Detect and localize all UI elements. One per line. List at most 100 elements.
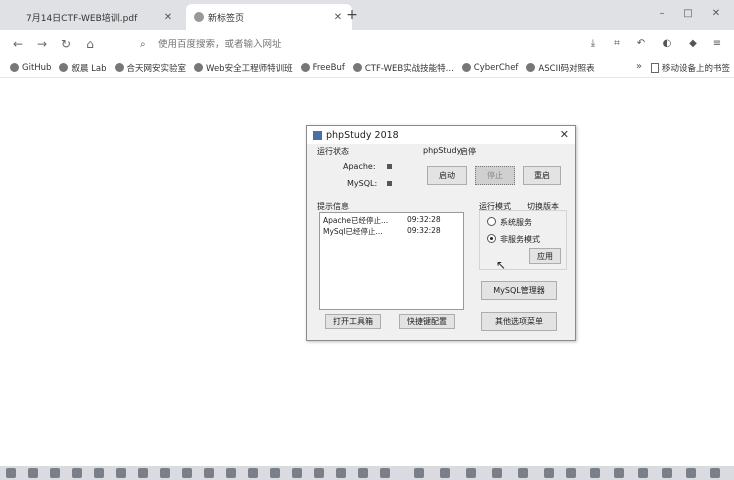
- taskbar-app-icon[interactable]: [686, 468, 696, 478]
- log-message: Apache已经停止...: [323, 216, 389, 225]
- phpstudy-icon: [313, 130, 322, 140]
- taskbar-app-icon[interactable]: [226, 468, 236, 478]
- phpstudy-state: 启停: [460, 147, 476, 156]
- taskbar-app-icon[interactable]: [614, 468, 624, 478]
- taskbar-app-icon[interactable]: [466, 468, 476, 478]
- taskbar-app-icon[interactable]: [380, 468, 390, 478]
- github-icon: [10, 63, 19, 72]
- tab-favicon-icon: [194, 12, 204, 22]
- taskbar-app-icon[interactable]: [160, 468, 170, 478]
- taskbar-app-icon[interactable]: [440, 468, 450, 478]
- download-icon[interactable]: ⤓: [586, 37, 600, 51]
- bookmark-item[interactable]: CyberChef: [458, 60, 523, 76]
- stop-button[interactable]: 停止: [475, 166, 515, 185]
- mobile-bookmarks[interactable]: 移动设备上的书签: [650, 60, 730, 76]
- omnibox[interactable]: ⌕: [140, 36, 570, 53]
- taskbar-app-icon[interactable]: [6, 468, 16, 478]
- taskbar-app-icon[interactable]: [28, 468, 38, 478]
- restart-button[interactable]: 重启: [523, 166, 561, 185]
- taskbar-app-icon[interactable]: [138, 468, 148, 478]
- new-tab-button[interactable]: +: [344, 6, 360, 24]
- folder-icon: [650, 63, 659, 73]
- bookmark-label: CyberChef: [473, 62, 519, 73]
- tab-new[interactable]: 新标签页 ✕: [186, 4, 352, 30]
- list-item: Apache已经停止... 09:32:28: [323, 215, 461, 225]
- maximize-button[interactable]: □: [680, 6, 696, 22]
- window-close-button[interactable]: ✕: [708, 6, 724, 22]
- mode-option-label: 非服务模式: [500, 235, 540, 244]
- home-icon[interactable]: ⌂: [82, 36, 98, 52]
- start-button[interactable]: 启动: [427, 166, 467, 185]
- dialog-titlebar[interactable]: phpStudy 2018: [307, 126, 575, 144]
- taskbar-app-icon[interactable]: [638, 468, 648, 478]
- reload-icon[interactable]: ↻: [58, 36, 74, 52]
- close-icon[interactable]: ✕: [162, 12, 174, 23]
- close-icon[interactable]: ✕: [332, 12, 344, 23]
- back-icon[interactable]: ←: [10, 36, 26, 52]
- taskbar-app-icon[interactable]: [314, 468, 324, 478]
- tab-strip: 7月14日CTF-WEB培训.pdf ✕ 新标签页 ✕ + – □ ✕: [0, 0, 734, 30]
- bookmark-item[interactable]: GitHub: [6, 60, 55, 76]
- taskbar-app-icon[interactable]: [182, 468, 192, 478]
- mobile-bookmarks-label: 移动设备上的书签: [661, 64, 730, 74]
- taskbar-app-icon[interactable]: [94, 468, 104, 478]
- quick-config-button[interactable]: 快捷键配置: [399, 314, 455, 329]
- info-label: 提示信息: [317, 202, 349, 211]
- minimize-button[interactable]: –: [654, 6, 670, 22]
- radio-system-service[interactable]: [487, 217, 496, 226]
- mysql-status-icon: [387, 181, 392, 186]
- tab-pdf[interactable]: 7月14日CTF-WEB培训.pdf ✕: [14, 4, 182, 30]
- taskbar-app-icon[interactable]: [204, 468, 214, 478]
- apache-status-icon: [387, 164, 392, 169]
- bookmark-label: 叙晨 Lab: [71, 63, 107, 74]
- bookmark-label: Web安全工程师特训班: [206, 63, 293, 74]
- taskbar-app-icon[interactable]: [270, 468, 280, 478]
- open-toolbox-button[interactable]: 打开工具箱: [325, 314, 381, 329]
- bookmark-item[interactable]: CTF-WEB实战技能特...: [349, 60, 458, 76]
- log-list[interactable]: Apache已经停止... 09:32:28 MySql已经停止... 09:3…: [319, 212, 464, 310]
- taskbar-app-icon[interactable]: [566, 468, 576, 478]
- taskbar-app-icon[interactable]: [414, 468, 424, 478]
- extension-icon[interactable]: ◐: [660, 37, 674, 51]
- log-time: 09:32:28: [407, 215, 441, 224]
- mysql-manager-button[interactable]: MySQL管理器: [481, 281, 557, 300]
- taskbar-app-icon[interactable]: [292, 468, 302, 478]
- bookmark-icon: [194, 63, 204, 72]
- address-input[interactable]: [154, 39, 534, 50]
- bookmarks-overflow-icon[interactable]: »: [636, 61, 642, 72]
- forward-icon[interactable]: →: [34, 36, 50, 52]
- tab-title: 7月14日CTF-WEB培训.pdf: [26, 13, 138, 24]
- taskbar-app-icon[interactable]: [116, 468, 126, 478]
- taskbar-app-icon[interactable]: [72, 468, 82, 478]
- radio-non-service[interactable]: [487, 234, 496, 243]
- taskbar-app-icon[interactable]: [358, 468, 368, 478]
- bookmarks-bar: GitHub 叙晨 Lab 合天网安实验室 Web安全工程师特训班 FreeBu…: [0, 58, 734, 78]
- undo-icon[interactable]: ↶: [634, 37, 648, 51]
- taskbar-app-icon[interactable]: [710, 468, 720, 478]
- phpstudy-dialog: phpStudy 2018 ✕ 运行状态 Apache: MySQL: phpS…: [306, 125, 576, 341]
- taskbar-app-icon[interactable]: [492, 468, 502, 478]
- taskbar-app-icon[interactable]: [590, 468, 600, 478]
- bookmark-item[interactable]: FreeBuf: [297, 60, 349, 76]
- crop-icon[interactable]: ⌗: [610, 37, 624, 51]
- bookmark-label: CTF-WEB实战技能特...: [364, 63, 454, 74]
- dialog-close-icon[interactable]: ✕: [560, 128, 569, 141]
- taskbar-app-icon[interactable]: [518, 468, 528, 478]
- mouse-cursor-icon: ↖: [496, 258, 507, 272]
- menu-icon[interactable]: ≡: [710, 37, 724, 51]
- apply-button[interactable]: 应用: [529, 248, 561, 264]
- bookmark-item[interactable]: 叙晨 Lab: [55, 60, 110, 76]
- taskbar-app-icon[interactable]: [336, 468, 346, 478]
- bookmark-icon: [461, 63, 471, 72]
- bookmark-item[interactable]: Web安全工程师特训班: [190, 60, 297, 76]
- taskbar: [0, 466, 734, 480]
- taskbar-app-icon[interactable]: [248, 468, 258, 478]
- taskbar-app-icon[interactable]: [662, 468, 672, 478]
- search-icon: ⌕: [140, 39, 146, 50]
- taskbar-app-icon[interactable]: [544, 468, 554, 478]
- taskbar-app-icon[interactable]: [50, 468, 60, 478]
- bookmark-item[interactable]: 合天网安实验室: [111, 60, 191, 76]
- shield-icon[interactable]: ◆: [686, 37, 700, 51]
- bookmark-item[interactable]: ASCII码对照表: [522, 60, 598, 76]
- other-options-button[interactable]: 其他选项菜单: [481, 312, 557, 331]
